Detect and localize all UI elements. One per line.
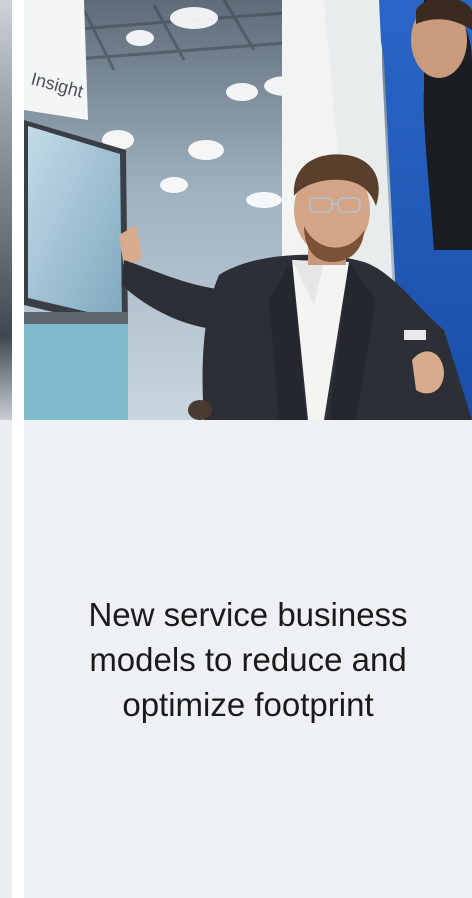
caption-text: New service business models to reduce an… bbox=[88, 595, 408, 723]
caption-panel: New service business models to reduce an… bbox=[24, 420, 472, 898]
feature-card: Insight New service business models to r… bbox=[24, 0, 472, 898]
stage: Insight New service business models to r… bbox=[0, 0, 472, 898]
adjacent-card-edge bbox=[0, 0, 12, 898]
trade-show-photo-svg: Insight bbox=[24, 0, 472, 420]
trade-show-photo: Insight bbox=[24, 0, 472, 420]
adjacent-card-panel bbox=[0, 420, 12, 898]
adjacent-card-photo bbox=[0, 0, 12, 420]
